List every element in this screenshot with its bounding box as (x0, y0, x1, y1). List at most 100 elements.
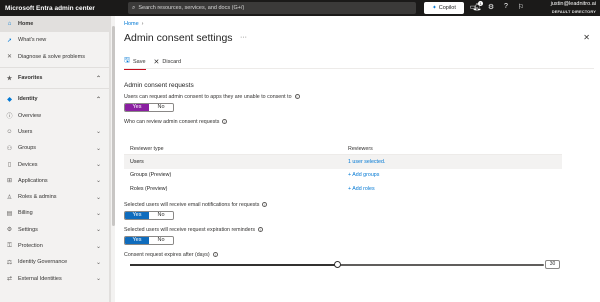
notification-badge: 1 (478, 1, 483, 6)
search-placeholder: Search resources, services, and docs (G+… (138, 5, 245, 11)
reviewers-table: Reviewer type Reviewers Users 1 user sel… (124, 143, 562, 196)
reviewer-type: Roles (Preview) (130, 185, 168, 192)
info-icon[interactable]: i (258, 227, 264, 233)
sidebar-item-identity[interactable]: ◆ Identity ⌃ (0, 91, 109, 107)
sidebar-item-label: Settings (18, 226, 38, 233)
info-icon[interactable]: i (262, 202, 268, 208)
sidebar-item-favorites[interactable]: ★ Favorites ⌃ (0, 70, 109, 86)
expiry-text: Consent request expires after (days) (124, 252, 210, 258)
section-title: Admin consent requests (124, 82, 194, 89)
expiry-days-input[interactable]: 30 (545, 260, 560, 269)
sidebar-item-groups[interactable]: ⚇ Groups ⌄ (0, 140, 109, 156)
sidebar-divider (0, 88, 109, 90)
request-consent-label: Users can request admin consent to apps … (124, 94, 300, 100)
toggle-no[interactable]: No (149, 237, 173, 244)
lock-icon: ⚿ (7, 242, 12, 249)
chevron-right-icon: › (141, 21, 144, 27)
sidebar-item-diagnose[interactable]: ✕ Diagnose & solve problems (0, 49, 109, 65)
main-content: Home › Admin consent settings ··· ✕ 🖫︎ Sa… (118, 16, 600, 302)
sidebar-item-label: Identity (18, 96, 38, 103)
table-row[interactable]: Roles (Preview) + Add roles (124, 182, 562, 196)
copilot-icon: ✦ (432, 5, 437, 11)
sidebar-item-protection[interactable]: ⚿ Protection ⌄ (0, 238, 109, 254)
sidebar-divider (0, 66, 109, 68)
info-icon[interactable]: i (212, 252, 218, 258)
toggle-yes[interactable]: Yes (125, 104, 149, 111)
expiry-label: Consent request expires after (days) i (124, 252, 218, 258)
sidebar-item-identity-governance[interactable]: ⚖ Identity Governance ⌄ (0, 254, 109, 270)
reviewers-text: Who can review admin consent requests (124, 119, 220, 125)
reviewers-label: Who can review admin consent requests i (124, 119, 228, 125)
info-icon[interactable]: i (294, 94, 300, 100)
column-header: Reviewer type (130, 145, 164, 152)
table-row[interactable]: Users 1 user selected. (124, 155, 562, 169)
help-icon[interactable]: ? (501, 3, 511, 10)
save-label: Save (132, 58, 146, 65)
governance-icon: ⚖ (6, 259, 13, 266)
reminders-text: Selected users will receive request expi… (124, 227, 256, 233)
gear-icon[interactable]: ⚙ (486, 3, 496, 11)
sidebar-item-label: Protection (18, 243, 43, 249)
copilot-button[interactable]: ✦ Copilot (424, 2, 464, 14)
rocket-icon: ➚ (6, 37, 13, 44)
reminders-label: Selected users will receive request expi… (124, 227, 264, 233)
table-row[interactable]: Groups (Preview) + Add groups (124, 169, 562, 183)
sidebar-item-applications[interactable]: ⊞ Applications ⌄ (0, 173, 109, 189)
diamond-icon: ◆ (7, 96, 12, 103)
sidebar-item-label: Overview (18, 112, 41, 119)
toggle-yes[interactable]: Yes (125, 212, 149, 219)
gear-icon: ⚙ (6, 227, 13, 234)
add-groups-link[interactable]: + Add groups (348, 172, 562, 178)
expiry-slider[interactable] (130, 261, 544, 268)
sidebar-item-billing[interactable]: ▤ Billing ⌄ (0, 205, 109, 221)
sidebar-item-devices[interactable]: ▯ Devices ⌄ (0, 156, 109, 172)
global-search[interactable]: ⌕ Search resources, services, and docs (… (128, 2, 416, 14)
users-selected-link[interactable]: 1 user selected. (348, 159, 562, 165)
request-consent-text: Users can request admin consent to apps … (124, 94, 292, 100)
request-consent-toggle[interactable]: Yes No (124, 103, 174, 112)
email-notifications-text: Selected users will receive email notifi… (124, 202, 260, 208)
scrollbar-thumb[interactable] (112, 26, 115, 226)
sidebar-scrollbar[interactable] (110, 16, 115, 302)
sidebar-item-roles-admins[interactable]: ♙ Roles & admins ⌄ (0, 189, 109, 205)
user-email: justin@leadnitro.ai (550, 1, 596, 7)
page-title: Admin consent settings (124, 32, 233, 44)
slider-thumb[interactable] (333, 261, 341, 268)
brand-title[interactable]: Microsoft Entra admin center (0, 5, 120, 12)
sidebar-item-label: Devices (18, 161, 38, 168)
chevron-up-icon: ⌃ (95, 96, 101, 103)
more-options-icon[interactable]: ··· (240, 34, 247, 41)
reminders-toggle[interactable]: Yes No (124, 236, 174, 245)
roles-icon: ♙ (6, 194, 13, 201)
info-icon[interactable]: i (222, 119, 228, 125)
reviewer-type: Users (130, 158, 144, 165)
close-icon[interactable]: ✕ (583, 33, 590, 42)
sidebar-item-home[interactable]: ⌂ Home (0, 16, 109, 33)
chevron-down-icon: ⌄ (95, 276, 101, 283)
sidebar-item-label: Billing (18, 210, 33, 217)
email-notifications-label: Selected users will receive email notifi… (124, 202, 268, 208)
toggle-no[interactable]: No (149, 212, 173, 219)
add-roles-link[interactable]: + Add roles (348, 186, 562, 192)
chevron-up-icon: ⌃ (95, 75, 101, 82)
chevron-down-icon: ⌄ (95, 227, 101, 234)
wrench-icon: ✕ (6, 54, 13, 61)
breadcrumb: Home › (124, 21, 144, 27)
sidebar-item-overview[interactable]: ⓘ Overview (0, 107, 109, 123)
sidebar-item-external-identities[interactable]: ⇄ External Identities ⌄ (0, 270, 109, 286)
sidebar-item-users[interactable]: ☺ Users ⌄ (0, 124, 109, 140)
discard-label: Discard (162, 59, 182, 65)
chevron-down-icon: ⌄ (95, 129, 101, 136)
sidebar-item-label: External Identities (18, 275, 62, 282)
sidebar-item-whats-new[interactable]: ➚ What's new (0, 32, 109, 48)
reviewer-type: Groups (Preview) (130, 172, 172, 179)
sidebar-item-label: Home (18, 21, 34, 28)
toggle-no[interactable]: No (149, 104, 173, 111)
sidebar-item-settings[interactable]: ⚙ Settings ⌄ (0, 222, 109, 238)
toggle-yes[interactable]: Yes (125, 237, 149, 244)
email-notifications-toggle[interactable]: Yes No (124, 211, 174, 220)
account-menu[interactable]: justin@leadnitro.ai DEFAULT DIRECTORY (551, 1, 596, 15)
breadcrumb-home[interactable]: Home (124, 21, 139, 27)
feedback-icon[interactable]: ⚐ (516, 3, 526, 11)
chevron-down-icon: ⌄ (95, 210, 101, 217)
